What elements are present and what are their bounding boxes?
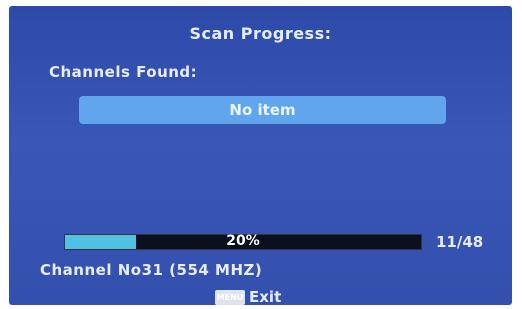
channel-list-item[interactable]: No item: [79, 96, 446, 124]
tv-scan-screen: Scan Progress: Channels Found: No item 2…: [9, 6, 512, 305]
channels-found-label: Channels Found:: [49, 63, 198, 81]
menu-key-icon: MENU: [215, 289, 245, 305]
exit-hint[interactable]: MENU Exit: [215, 288, 281, 305]
page-title: Scan Progress:: [189, 24, 332, 43]
scan-progress-bar: 20%: [64, 233, 422, 250]
scan-count: 11/48: [436, 233, 484, 251]
scan-progress-percent: 20%: [226, 233, 260, 249]
current-channel-info: Channel No31 (554 MHZ): [40, 261, 263, 279]
exit-label: Exit: [249, 288, 282, 305]
